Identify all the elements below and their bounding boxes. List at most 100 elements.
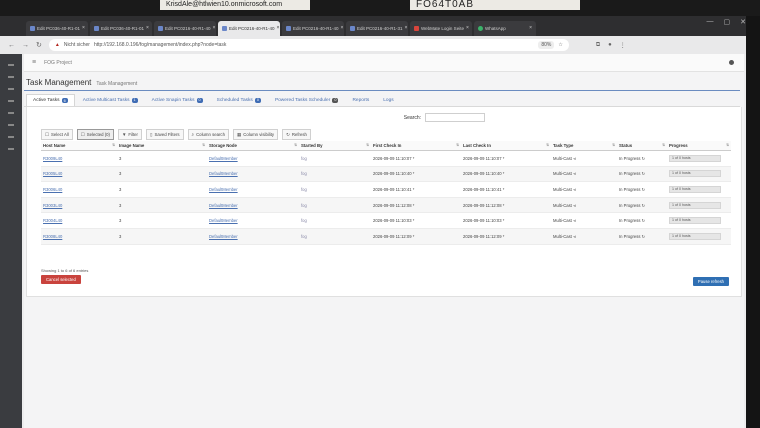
tab-active-tasks[interactable]: Active Tasks 6	[26, 94, 75, 106]
forward-icon[interactable]: →	[22, 42, 29, 49]
progress-bar: 1 of 0 hosts	[669, 232, 721, 240]
storage-node-link[interactable]: DefaultMember	[209, 187, 238, 192]
refresh-icon: ↻	[641, 186, 646, 192]
count-badge: 0	[332, 97, 339, 103]
column-header[interactable]: First Check In ⇅	[371, 141, 461, 151]
table-row[interactable]: R3004L40 3 DefaultMember fog 2026-09-09 …	[41, 212, 731, 229]
table-header-row: Host Name ⇅ Image Name ⇅ Storage Node ⇅ Sta…	[41, 141, 731, 151]
column-header[interactable]: Task Type ⇅	[551, 141, 617, 151]
host-link[interactable]: R3008L40	[43, 234, 62, 239]
browser-tab[interactable]: WebMate Login Seite ×	[410, 21, 472, 36]
sort-icon: ⇅	[112, 143, 115, 147]
webmate-icon	[414, 26, 419, 31]
filter-button[interactable]: ▼ Filter	[117, 129, 142, 140]
tab-logs[interactable]: Logs	[377, 94, 399, 106]
reload-icon[interactable]: ↻	[36, 41, 42, 49]
browser-tab-active[interactable]: Edit PC0216-40-R1-40 ×	[218, 21, 280, 36]
table-row[interactable]: R3003L40 3 DefaultMember fog 2026-09-09 …	[41, 197, 731, 214]
column-header[interactable]: Started By ⇅	[299, 141, 371, 151]
column-search-button[interactable]: ⌕ Column search	[187, 129, 229, 140]
table-row[interactable]: R3008L40 3 DefaultMember fog 2026-09-09 …	[41, 228, 731, 245]
browser-tab[interactable]: Edit PC0216-40-R1-40 ×	[154, 21, 216, 36]
storage-node-link[interactable]: DefaultMember	[209, 234, 238, 239]
close-icon[interactable]: ×	[466, 21, 469, 36]
storage-node-link[interactable]: DefaultMember	[209, 156, 238, 161]
page-subtitle: Task Management	[96, 81, 138, 87]
table-row[interactable]: R3009L40 3 DefaultMember fog 2026-09-09 …	[41, 150, 731, 167]
hamburger-icon[interactable]: ≡	[32, 59, 36, 66]
close-icon[interactable]: ×	[341, 21, 344, 36]
table-row[interactable]: R3006L40 3 DefaultMember fog 2026-09-09 …	[41, 181, 731, 198]
progress-bar: 1 of 0 hosts	[669, 154, 721, 162]
table-icon: ▦	[236, 131, 242, 137]
cancel-selected-button[interactable]: Cancel selected	[41, 275, 81, 284]
browser-tab[interactable]: WhatsApp ×	[474, 21, 536, 36]
minimize-icon[interactable]: —	[707, 18, 714, 26]
select-all-button[interactable]: ☐ Select All	[41, 129, 73, 140]
browser-tab[interactable]: Edit PC0216-40-R1-31 ×	[346, 21, 408, 36]
selected-button[interactable]: ☐ Selected (0)	[76, 129, 114, 140]
close-icon[interactable]: ×	[213, 21, 216, 36]
checkbox-icon: ☐	[45, 131, 50, 137]
storage-node-link[interactable]: DefaultMember	[209, 171, 238, 176]
section-tabs: Active Tasks 6 Active Multicast Tasks 1 Ac…	[24, 91, 740, 107]
count-badge: 0	[196, 97, 203, 103]
profile-icon[interactable]: ●	[608, 42, 612, 49]
zoom-indicator[interactable]: 80%	[538, 41, 555, 49]
column-header[interactable]: Status ⇅	[617, 141, 667, 151]
column-header[interactable]: Storage Node ⇅	[207, 141, 299, 151]
close-icon[interactable]: ×	[529, 21, 532, 36]
column-header[interactable]: Image Name ⇅	[117, 141, 207, 151]
close-icon[interactable]: ×	[146, 21, 149, 36]
maximize-icon[interactable]: ▢	[724, 18, 731, 26]
browser-tab[interactable]: Edit PC036-40-R1-01 ×	[90, 21, 152, 36]
tab-powered-scheduler[interactable]: Powered Tasks Scheduler 0	[269, 94, 345, 106]
close-icon[interactable]: ×	[277, 21, 280, 36]
browser-tab[interactable]: Edit PC0216-40-R1-40 ×	[282, 21, 344, 36]
host-link[interactable]: R3005L40	[43, 171, 62, 176]
back-icon[interactable]: ←	[8, 42, 15, 49]
refresh-icon: ↻	[641, 218, 646, 224]
refresh-button[interactable]: ↻ Refresh	[282, 129, 311, 140]
menu-icon[interactable]: ⋮	[620, 42, 626, 49]
search-icon: ⌕	[191, 132, 195, 137]
tab-scheduled[interactable]: Scheduled Tasks 0	[211, 94, 267, 106]
count-badge: 0	[254, 97, 261, 103]
close-icon[interactable]: ×	[82, 21, 85, 36]
column-header[interactable]: Last Check In ⇅	[461, 141, 551, 151]
host-link[interactable]: R3004L40	[43, 218, 62, 223]
share-icon: ⋖	[573, 202, 577, 208]
tasks-panel: Search: ☐ Select All ☐ Selected (0) ▼ Filte…	[26, 107, 742, 297]
browser-tab[interactable]: Edit PC036-40-R1-01 ×	[26, 21, 88, 36]
tab-active-multicast[interactable]: Active Multicast Tasks 1	[77, 94, 144, 106]
page-icon	[94, 26, 99, 31]
column-visibility-button[interactable]: ▦ Column visibility	[232, 129, 279, 140]
page: ≡ FOG Project Task Management Task Manag…	[0, 54, 760, 428]
brand-label[interactable]: FOG Project	[44, 60, 72, 66]
tab-active-snapin[interactable]: Active Snapin Tasks 0	[146, 94, 209, 106]
pause-refresh-button[interactable]: Pause refresh	[692, 277, 729, 286]
storage-node-link[interactable]: DefaultMember	[209, 218, 238, 223]
search-input[interactable]	[425, 113, 485, 122]
column-header[interactable]: Progress ⇅	[667, 141, 731, 151]
share-icon: ⋖	[573, 155, 577, 161]
column-header[interactable]: Host Name ⇅	[41, 141, 117, 151]
host-link[interactable]: R3009L40	[43, 156, 62, 161]
tab-reports[interactable]: Reports	[346, 94, 375, 106]
url-bar[interactable]: ▲ Nicht sicher http://192.168.0.196/fog/…	[48, 39, 569, 51]
host-link[interactable]: R3003L40	[43, 203, 62, 208]
extensions-icon[interactable]: ⧉	[596, 42, 600, 49]
sort-icon: ⇅	[612, 143, 615, 147]
page-title: Task Management	[26, 78, 92, 87]
saved-filters-button[interactable]: ▯ Saved Filters	[145, 129, 184, 140]
table-row[interactable]: R3005L40 3 DefaultMember fog 2026-09-09 …	[41, 166, 731, 183]
left-sidebar-strip	[0, 54, 22, 428]
page-icon	[30, 26, 35, 31]
refresh-icon: ↻	[641, 202, 646, 208]
main-content: ≡ FOG Project Task Management Task Manag…	[24, 54, 744, 428]
close-icon[interactable]: ×	[405, 21, 408, 36]
user-icon[interactable]	[729, 60, 734, 65]
host-link[interactable]: R3006L40	[43, 187, 62, 192]
star-icon[interactable]: ☆	[558, 42, 562, 48]
storage-node-link[interactable]: DefaultMember	[209, 203, 238, 208]
